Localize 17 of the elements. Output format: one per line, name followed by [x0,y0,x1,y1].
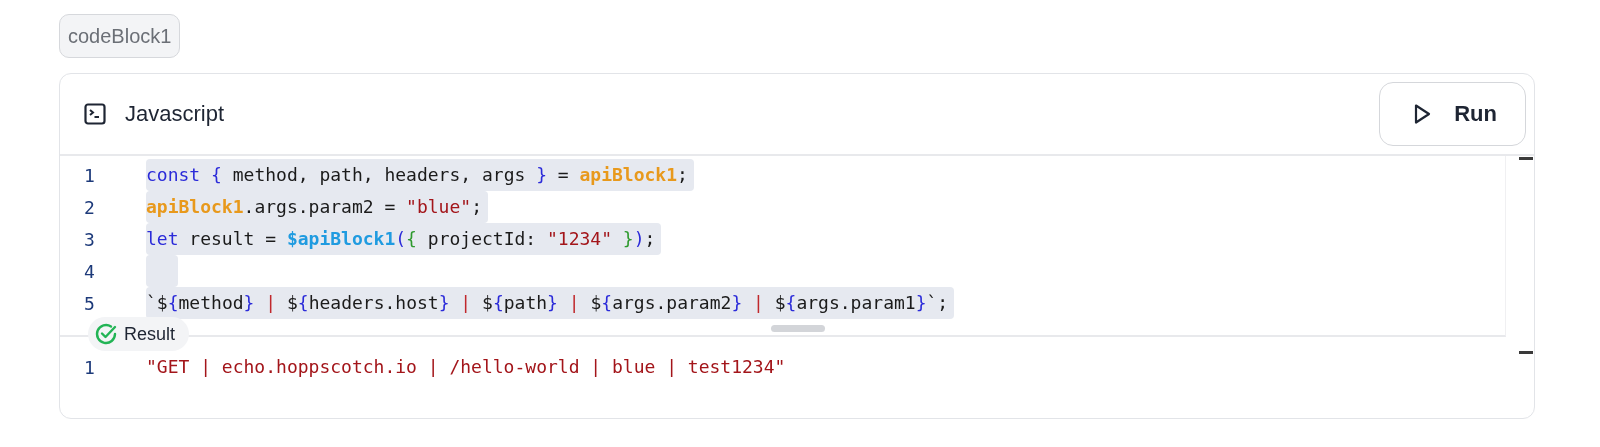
line-number: 2 [83,196,96,218]
scroll-marker [1519,157,1533,160]
terminal-icon [84,103,106,125]
run-button[interactable]: Run [1379,82,1526,146]
line-number: 1 [83,164,96,186]
result-line: "GET | echo.hoppscotch.io | /hello-world | blue | test1234" [146,355,787,379]
block-name-badge: codeBlock1 [59,14,181,58]
play-icon [1414,103,1433,125]
check-circle-icon [94,322,118,346]
line-number: 1 [83,356,96,378]
line-number: 3 [83,228,96,250]
line-number: 5 [83,292,96,314]
line-number: 4 [83,260,96,282]
language-label: Javascript [125,101,225,127]
scroll-thumb[interactable] [771,325,825,332]
result-label: Result [124,323,176,345]
scroll-marker [1519,351,1533,354]
